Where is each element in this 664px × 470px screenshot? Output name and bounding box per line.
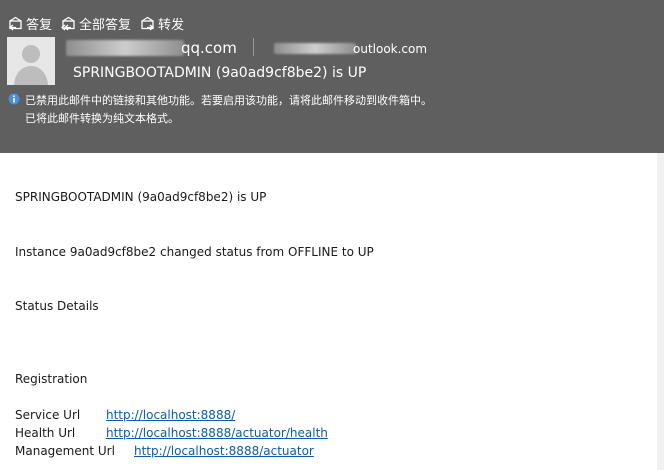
health-url-label: Health Url [15, 426, 76, 440]
reply-all-button[interactable]: 全部答复 [60, 14, 131, 33]
health-url-link[interactable]: http://localhost:8888/actuator/health [106, 426, 328, 440]
message-header: 答复 全部答复 转发 qq.com outlook.com SPRINGBOOT… [0, 0, 664, 153]
sender-separator [253, 38, 254, 56]
info-bar-message[interactable]: 已禁用此邮件中的链接和其他功能。若要启用该功能，请将此邮件移动到收件箱中。 [25, 92, 432, 108]
reply-button[interactable]: 答复 [7, 14, 52, 33]
sender-domain: qq.com [181, 39, 237, 57]
info-icon [8, 93, 20, 105]
service-url-link[interactable]: http://localhost:8888/ [106, 408, 235, 422]
forward-label: 转发 [158, 17, 185, 33]
body-title: SPRINGBOOTADMIN (9a0ad9cf8be2) is UP [15, 190, 267, 204]
recipient-domain: outlook.com [353, 42, 428, 56]
message-subject: SPRINGBOOTADMIN (9a0ad9cf8be2) is UP [73, 65, 367, 81]
reply-all-icon [60, 15, 77, 32]
reply-all-label: 全部答复 [79, 17, 132, 33]
body-scroll-track[interactable] [657, 153, 664, 470]
sender-name-redacted [66, 40, 184, 56]
reply-label: 答复 [26, 17, 53, 33]
management-url-label: Management Url [15, 444, 115, 458]
service-url-label: Service Url [15, 408, 81, 422]
management-url-link[interactable]: http://localhost:8888/actuator [134, 444, 314, 458]
info-bar-plaintext-notice: 已将此邮件转换为纯文本格式。 [25, 112, 179, 125]
recipient-name-redacted [274, 43, 356, 54]
message-toolbar: 答复 全部答复 转发 [7, 12, 184, 34]
body-status-details-heading: Status Details [15, 299, 99, 313]
forward-icon [139, 15, 156, 32]
person-avatar-icon [7, 37, 55, 85]
reply-icon [7, 15, 24, 32]
forward-button[interactable]: 转发 [139, 14, 184, 33]
body-registration-heading: Registration [15, 372, 88, 386]
body-status-change: Instance 9a0ad9cf8be2 changed status fro… [15, 245, 374, 259]
